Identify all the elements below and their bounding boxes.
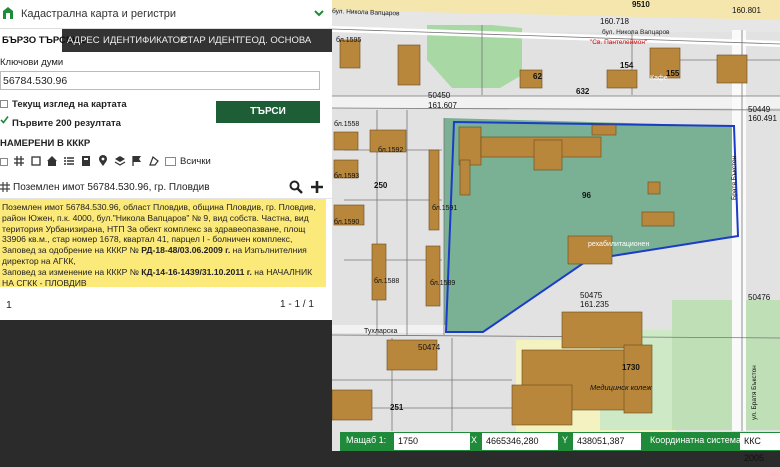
page-range: 1 - 1 / 1 bbox=[280, 299, 314, 310]
polygon-icon[interactable] bbox=[148, 155, 160, 167]
map-label: рехабилитационен bbox=[588, 240, 649, 248]
chevron-down-icon[interactable] bbox=[312, 6, 326, 20]
grid-icon bbox=[0, 182, 10, 192]
add-icon[interactable] bbox=[310, 180, 324, 194]
approval-order[interactable]: РД-18-48/03.06.2009 г. bbox=[141, 245, 230, 255]
side-panel: Кадастрална карта и регистри БЪРЗО ТЪРСЕ… bbox=[0, 0, 332, 451]
page-number[interactable]: 1 bbox=[6, 299, 12, 311]
filter-all-label: Всички bbox=[180, 156, 211, 167]
map-label: бл.1590 bbox=[334, 218, 359, 226]
layers-icon[interactable] bbox=[114, 155, 126, 167]
x-label: X bbox=[471, 435, 478, 445]
result-title: Поземлен имот 56784.530.96, гр. Пловдив bbox=[13, 182, 210, 193]
amendment-order[interactable]: КД-14-16-1439/31.10.2011 г. bbox=[141, 267, 252, 277]
map-label: 161.235 bbox=[580, 300, 609, 309]
zoom-to-icon[interactable] bbox=[289, 180, 303, 194]
grid-icon[interactable] bbox=[13, 155, 25, 167]
panel-header: Кадастрална карта и регистри bbox=[0, 0, 332, 29]
tab-geodetic-base[interactable]: ГЕОД. ОСНОВА bbox=[240, 29, 311, 52]
building-icon[interactable] bbox=[46, 155, 58, 167]
result-desc-3: Заповед за изменение на КККР № bbox=[2, 266, 142, 277]
parcel-icon[interactable] bbox=[30, 155, 42, 167]
result-description: Поземлен имот 56784.530.96, област Пловд… bbox=[0, 199, 326, 288]
map-label: 251 bbox=[390, 403, 404, 412]
map-label: 160.718 bbox=[600, 17, 629, 26]
y-coordinate: 438051,387 bbox=[573, 433, 641, 450]
crs-label: Координатна система bbox=[650, 435, 741, 445]
location-pin-icon[interactable] bbox=[97, 155, 109, 167]
map-label: 160.801 bbox=[732, 6, 761, 15]
map-label: Кафе bbox=[650, 75, 668, 82]
park-area bbox=[672, 300, 780, 430]
cadastre-logo-icon bbox=[3, 7, 13, 19]
map-label: 161.607 bbox=[428, 101, 457, 110]
tab-quick-search[interactable]: БЪРЗО ТЪРСЕНЕ bbox=[0, 29, 85, 52]
search-button[interactable]: ТЪРСИ bbox=[216, 101, 320, 123]
street-label: Тухларска bbox=[364, 328, 397, 335]
keywords-field[interactable] bbox=[0, 71, 320, 90]
street-label: Братя Бъкстон bbox=[731, 155, 738, 200]
map-label: 1730 bbox=[622, 363, 640, 372]
scale-label: Мащаб 1: bbox=[346, 435, 387, 445]
panel-title: Кадастрална карта и регистри bbox=[21, 8, 177, 20]
map-label: 50450 bbox=[428, 91, 451, 100]
flag-icon[interactable] bbox=[131, 155, 143, 167]
current-view-checkbox[interactable] bbox=[0, 100, 8, 108]
map-label: Медицинск колеж bbox=[590, 383, 652, 392]
filter-checkbox[interactable] bbox=[0, 158, 8, 166]
tab-identifier[interactable]: ИДЕНТИФИКАТОР bbox=[103, 29, 186, 52]
map-label: бл.1593 bbox=[334, 172, 359, 180]
check-icon[interactable] bbox=[0, 115, 9, 124]
keywords-label: Ключови думи bbox=[0, 57, 64, 68]
building bbox=[458, 126, 482, 166]
map-label: 62 bbox=[533, 72, 542, 81]
map-label: "Св. Пантелеймон" bbox=[590, 38, 648, 46]
map-label: бл.1588 bbox=[374, 277, 399, 285]
map-label: бл.1558 bbox=[334, 120, 359, 128]
map-label: 9510 bbox=[632, 0, 650, 9]
map-status-bar: Мащаб 1: 1750 X 4665346,280 Y 438051,387… bbox=[340, 432, 780, 463]
map-label: бл.1592 bbox=[378, 146, 403, 154]
list-icon[interactable] bbox=[63, 155, 75, 167]
search-tabs: БЪРЗО ТЪРСЕНЕ АДРЕС ИДЕНТИФИКАТОР СТАР И… bbox=[0, 29, 332, 52]
cadastral-map[interactable]: бул. Никола Вапцаров 9510 160.718 160.80… bbox=[332, 0, 780, 451]
keywords-input[interactable] bbox=[1, 72, 313, 89]
apartment-icon[interactable] bbox=[80, 155, 92, 167]
map-label: 632 bbox=[576, 87, 590, 96]
all-toggle[interactable] bbox=[165, 157, 176, 166]
map-label: бл.1595 bbox=[336, 36, 361, 44]
result-header[interactable]: Поземлен имот 56784.530.96, гр. Пловдив bbox=[0, 178, 332, 199]
y-label: Y bbox=[562, 435, 569, 445]
map-label: бул. Никола Вапцаров bbox=[602, 28, 670, 36]
found-heading: НАМЕРЕНИ В КККР bbox=[0, 138, 91, 149]
map-label: 50475 bbox=[580, 291, 603, 300]
map-label: 50474 bbox=[418, 343, 441, 352]
map-label: 154 bbox=[620, 61, 634, 70]
current-view-label: Текущ изглед на картата bbox=[12, 99, 127, 110]
map-label: 50476 bbox=[748, 293, 771, 302]
map-label: 160.491 bbox=[748, 114, 777, 123]
panel-empty-area bbox=[0, 320, 332, 451]
map-label: 50449 bbox=[748, 105, 771, 114]
map-label: бл.1589 bbox=[430, 279, 455, 287]
x-coordinate: 4665346,280 bbox=[482, 433, 558, 450]
scale-input[interactable]: 1750 bbox=[394, 433, 470, 450]
map-view[interactable]: бул. Никола Вапцаров 9510 160.718 160.80… bbox=[332, 0, 780, 451]
map-label: 155 bbox=[666, 69, 680, 78]
map-label: 250 bbox=[374, 181, 388, 190]
street-label: ул. Братя Бъкстон bbox=[751, 365, 758, 420]
map-label: бл.1591 bbox=[432, 204, 457, 212]
layer-filter-toolbar: Всички bbox=[0, 152, 332, 172]
first200-label: Първите 200 резултата bbox=[12, 118, 121, 129]
crs-select[interactable]: ККС 2005 bbox=[740, 433, 780, 463]
tab-address[interactable]: АДРЕС bbox=[67, 29, 100, 52]
tab-old-identifier[interactable]: СТАР ИДЕНТ. bbox=[181, 29, 242, 52]
pager: 1 1 - 1 / 1 bbox=[0, 291, 332, 317]
parcel-number-label: 96 bbox=[582, 191, 591, 200]
